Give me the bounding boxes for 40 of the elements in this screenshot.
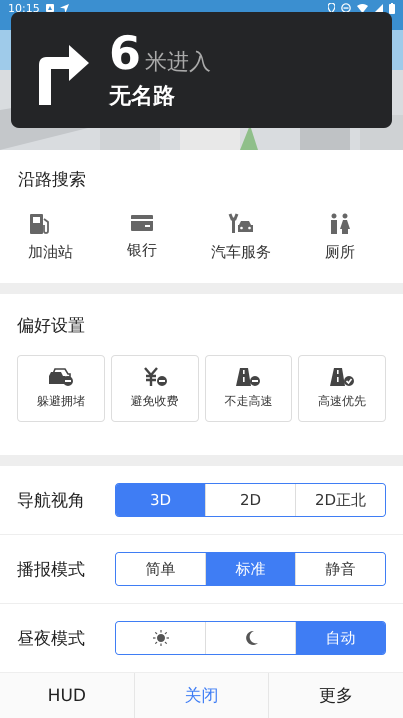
bank-card-icon (130, 213, 154, 233)
preference-button[interactable]: 避免收费 (110, 355, 198, 422)
man-woman-icon (328, 213, 352, 235)
bottom-bar-button[interactable]: HUD (0, 673, 134, 718)
distance: 6 (109, 30, 142, 76)
distance-unit: 米进入 (145, 48, 212, 76)
setting-label: 导航视角 (17, 490, 86, 512)
do-not-disturb-icon (341, 3, 351, 13)
setting-label: 昼夜模式 (17, 628, 86, 650)
navigation-arrow-icon (60, 4, 69, 12)
wifi-icon (357, 4, 368, 12)
category-button[interactable]: 汽车服务 (196, 213, 286, 262)
category-button[interactable]: 加油站 (18, 213, 88, 262)
status-time: 10:15 (8, 2, 40, 14)
preference-button[interactable]: 高速优先 (298, 355, 386, 422)
category-button[interactable]: 银行 (97, 213, 187, 262)
segment-option[interactable]: 3D (116, 484, 205, 516)
segment-option[interactable]: 2D正北 (295, 484, 385, 516)
preference-button[interactable]: 不走高速 (204, 355, 292, 422)
wrench-car-icon (228, 213, 254, 235)
setting-label: 播报模式 (17, 558, 86, 580)
moon-icon (244, 630, 258, 646)
yuan-minus-icon (142, 367, 168, 387)
location-icon (328, 3, 335, 13)
battery-icon (389, 2, 395, 14)
bottom-bar-button[interactable]: 关闭 (134, 673, 268, 718)
cars-minus-icon (48, 367, 74, 387)
segment-option[interactable]: 自动 (295, 622, 385, 654)
segment-option[interactable]: 静音 (295, 553, 385, 585)
road-check-icon (329, 367, 356, 387)
fuel-pump-icon (28, 213, 52, 235)
segment-option[interactable]: 标准 (205, 553, 295, 585)
section-title: 沿路搜索 (18, 169, 87, 191)
road-name: 无名路 (109, 82, 176, 110)
bottom-bar-button[interactable]: 更多 (268, 673, 403, 718)
category-button[interactable]: 厕所 (295, 213, 385, 262)
section-title: 偏好设置 (17, 315, 86, 337)
sun-icon (152, 630, 168, 646)
preference-button[interactable]: 躲避拥堵 (17, 355, 105, 422)
road-minus-icon (235, 367, 262, 387)
